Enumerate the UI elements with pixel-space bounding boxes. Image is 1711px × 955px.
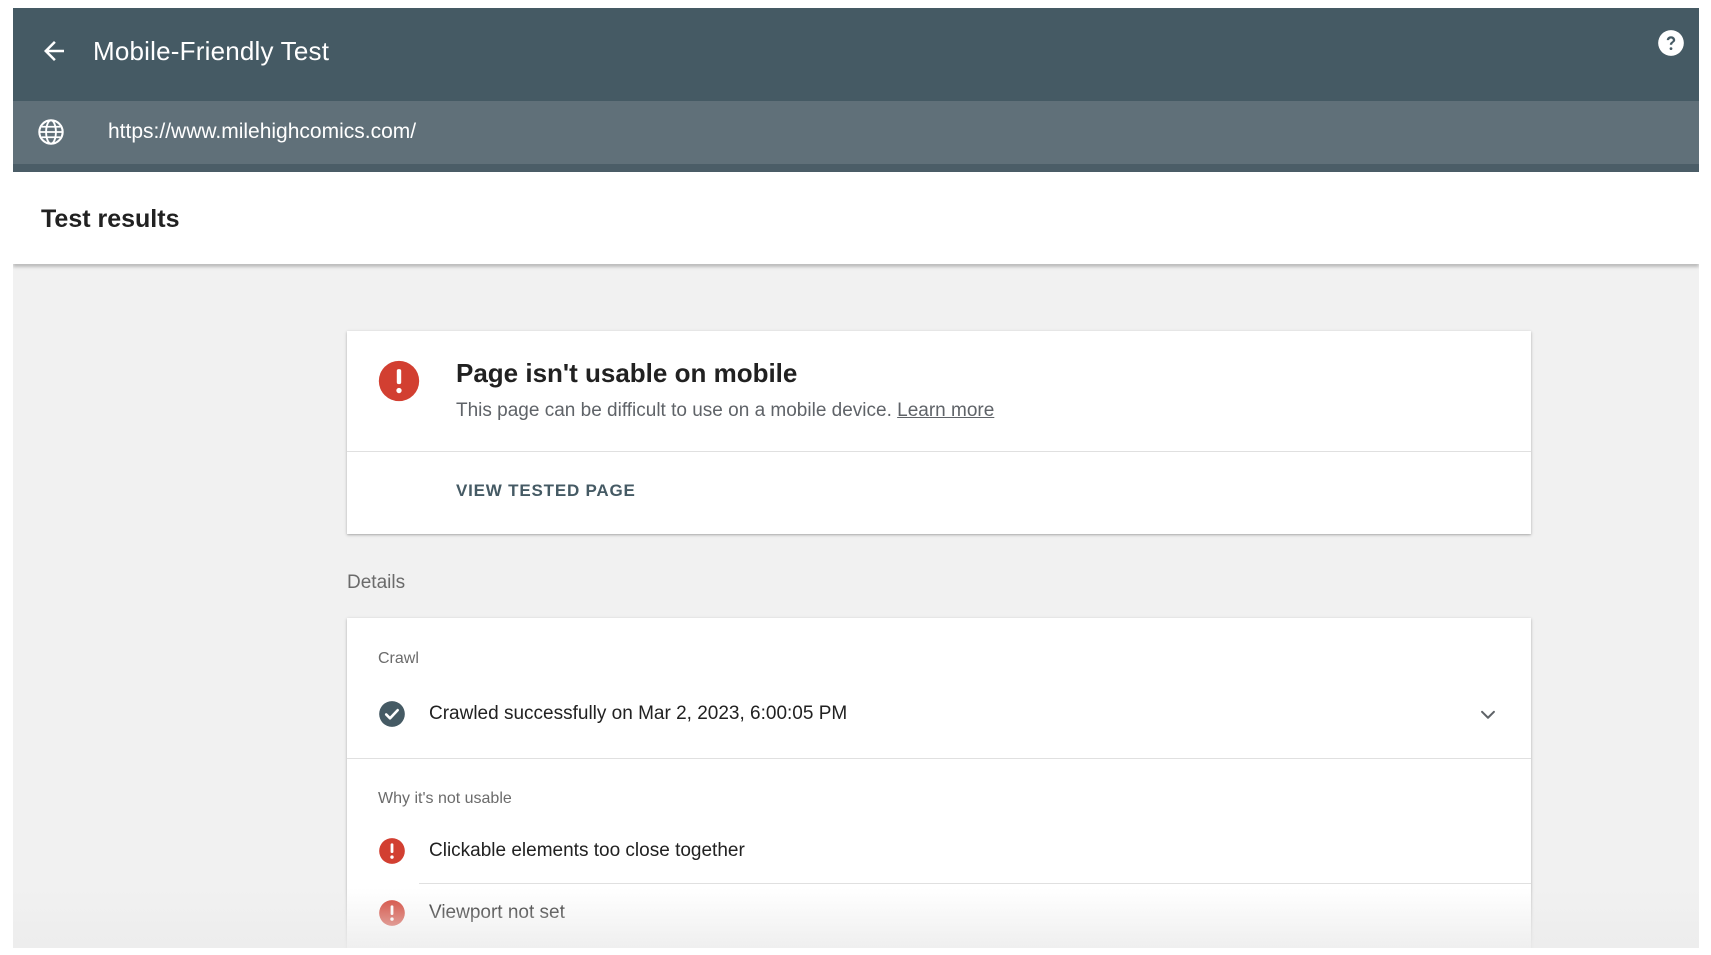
error-icon — [378, 360, 420, 402]
tested-url[interactable]: https://www.milehighcomics.com/ — [108, 118, 416, 146]
help-circle-icon[interactable] — [1657, 29, 1685, 57]
divider — [347, 758, 1531, 759]
details-heading: Details — [347, 572, 406, 593]
arrow-back-icon[interactable] — [39, 36, 69, 66]
error-icon — [379, 900, 405, 926]
chevron-down-icon[interactable] — [1477, 704, 1499, 726]
app-frame: Mobile-Friendly Test https://www.milehig… — [13, 8, 1699, 948]
app-title: Mobile-Friendly Test — [93, 36, 330, 66]
view-tested-page-button[interactable]: VIEW TESTED PAGE — [456, 479, 636, 503]
divider — [419, 883, 1531, 884]
crawl-status-row[interactable]: Crawled successfully on Mar 2, 2023, 6:0… — [347, 686, 1531, 742]
results-header: Test results — [13, 172, 1699, 264]
page-title: Test results — [41, 205, 180, 233]
globe-icon — [38, 119, 64, 145]
check-circle-icon — [379, 701, 405, 727]
status-heading: Page isn't usable on mobile — [456, 358, 798, 388]
learn-more-link[interactable]: Learn more — [897, 400, 994, 421]
issue-row[interactable]: Viewport not set — [347, 889, 1531, 939]
status-card: Page isn't usable on mobile This page ca… — [347, 331, 1531, 534]
status-description-text: This page can be difficult to use on a m… — [456, 400, 892, 421]
app-header: Mobile-Friendly Test — [13, 8, 1699, 101]
url-bar: https://www.milehighcomics.com/ — [13, 101, 1699, 172]
divider — [347, 451, 1531, 452]
error-icon — [379, 838, 405, 864]
issue-row[interactable]: Clickable elements too close together — [347, 827, 1531, 877]
issue-text: Viewport not set — [429, 902, 565, 923]
issue-text: Clickable elements too close together — [429, 840, 745, 861]
crawl-section-label: Crawl — [378, 650, 419, 667]
details-card: Crawl Crawled successfully on Mar 2, 202… — [347, 618, 1531, 948]
crawl-status-text: Crawled successfully on Mar 2, 2023, 6:0… — [429, 703, 848, 724]
status-description: This page can be difficult to use on a m… — [456, 398, 994, 424]
why-not-usable-label: Why it's not usable — [378, 790, 512, 807]
